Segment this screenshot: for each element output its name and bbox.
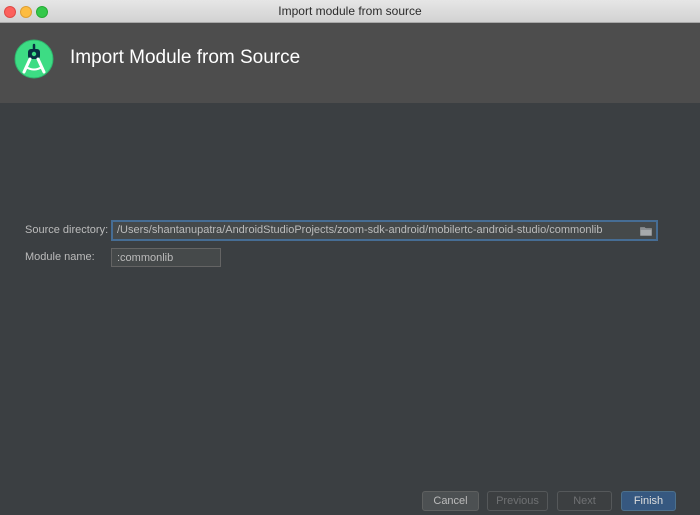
cancel-button[interactable]: Cancel [422,491,479,511]
module-name-value: :commonlib [117,252,174,264]
module-name-input[interactable]: :commonlib [111,248,221,267]
folder-icon[interactable] [640,226,652,236]
window-title: Import module from source [278,4,422,18]
source-directory-input[interactable]: /Users/shantanupatra/AndroidStudioProjec… [111,220,658,241]
dialog-content: Source directory: /Users/shantanupatra/A… [0,103,700,483]
source-directory-label: Source directory: [25,224,109,236]
dialog-heading: Import Module from Source [70,47,301,68]
dialog-header: Import Module from Source [0,23,700,103]
module-name-label: Module name: [25,251,95,263]
finish-button[interactable]: Finish [621,491,676,511]
next-button[interactable]: Next [557,491,612,511]
source-directory-value: /Users/shantanupatra/AndroidStudioProjec… [117,224,603,236]
android-studio-icon [14,39,54,79]
dialog-footer: Cancel Previous Next Finish [0,483,700,515]
window-titlebar: Import module from source [0,0,700,23]
previous-button[interactable]: Previous [487,491,548,511]
